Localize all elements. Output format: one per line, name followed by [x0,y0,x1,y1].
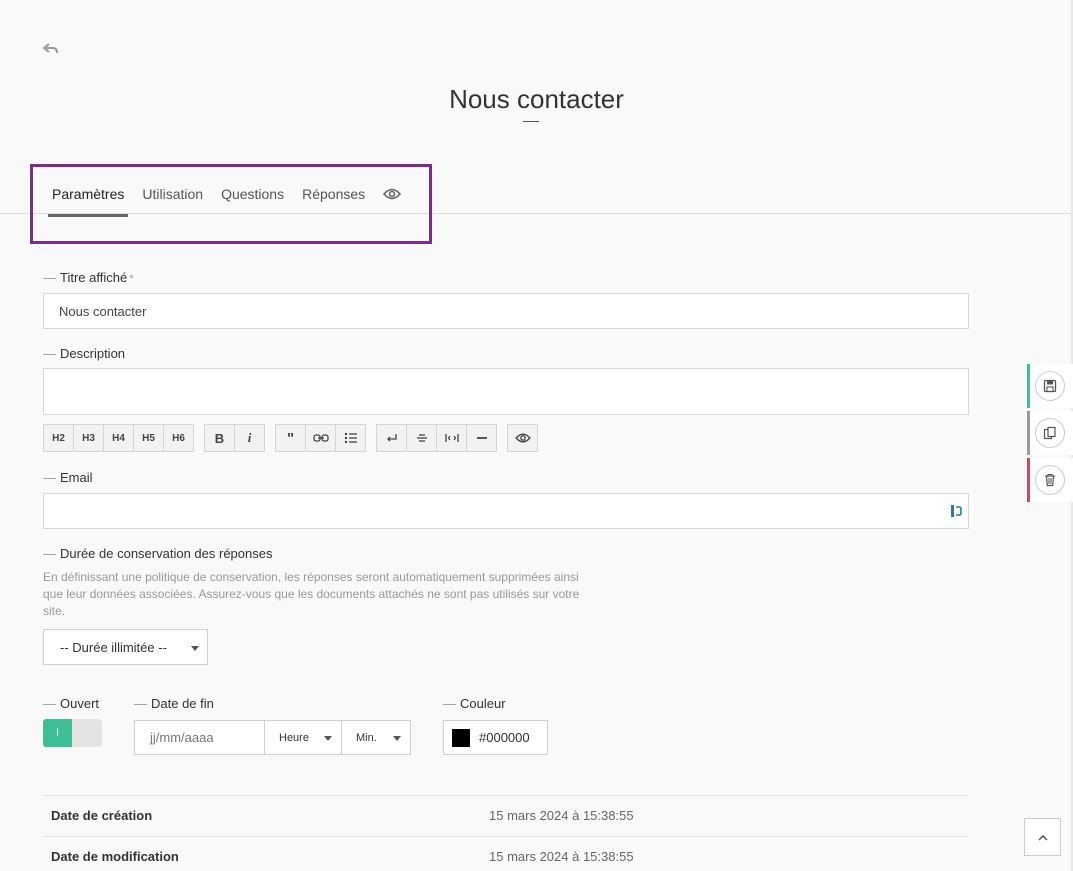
chevron-down-icon [393,736,401,741]
title-field-label: — Titre affiché * [43,270,134,285]
date-input[interactable]: jj/mm/aaaa [134,720,265,755]
created-label: Date de création [51,808,153,823]
copy-icon [1035,418,1065,448]
hour-select[interactable]: Heure [264,720,342,755]
duplicate-button[interactable] [1027,411,1073,455]
title-divider [523,121,539,122]
description-label: — Description [43,346,126,361]
italic-icon[interactable]: i [235,425,264,451]
delete-button[interactable] [1027,458,1073,502]
open-label: — Ouvert [43,696,100,711]
delete-accent [1027,458,1030,502]
retention-select-value: -- Durée illimitée -- [60,639,167,655]
created-value: 15 mars 2024 à 15:38:55 [489,808,634,823]
email-input[interactable] [43,493,969,529]
modified-value: 15 mars 2024 à 15:38:55 [489,849,634,864]
end-date-label: — Date de fin [134,696,214,711]
tabs-highlight-frame [30,164,432,244]
spacing-icon[interactable] [437,425,467,451]
minute-select[interactable]: Min. [341,720,411,755]
retention-label: — Durée de conservation des réponses [43,546,273,561]
meta-divider [43,836,968,837]
line-break-icon[interactable] [377,425,407,451]
chevron-down-icon [191,646,199,651]
retention-hint: En définissant une politique de conserva… [43,570,580,618]
color-picker[interactable]: #000000 [443,720,548,755]
quote-icon[interactable]: " [276,425,306,451]
bold-icon[interactable]: B [205,425,235,451]
editor-toolbar: H2 H3 H4 H5 H6 B i " [43,424,548,452]
back-icon[interactable] [42,40,60,58]
description-textarea[interactable] [43,368,969,415]
heading-h5-button[interactable]: H5 [134,425,164,451]
hour-select-value: Heure [279,731,309,744]
link-icon[interactable] [306,425,336,451]
heading-h3-button[interactable]: H3 [74,425,104,451]
save-button[interactable] [1027,364,1073,408]
chevron-down-icon [324,736,332,741]
color-label: — Couleur [443,696,506,711]
meta-divider [43,795,968,796]
scroll-to-top-button[interactable] [1024,818,1061,856]
toggle-on-indicator: I [43,719,72,747]
save-icon [1035,371,1065,401]
toggle-off-part [72,719,102,747]
open-toggle[interactable]: I [43,719,102,747]
align-center-icon[interactable] [407,425,437,451]
duplicate-accent [1027,411,1030,455]
retention-select[interactable]: -- Durée illimitée -- [43,629,208,665]
save-accent [1027,364,1030,408]
title-input[interactable]: Nous contacter [43,293,969,329]
trash-icon [1035,465,1065,495]
heading-h2-button[interactable]: H2 [44,425,74,451]
horizontal-rule-icon[interactable] [467,425,496,451]
email-label: — Email [43,470,93,485]
color-swatch [452,728,470,747]
editor-preview-eye-icon[interactable] [508,425,537,451]
heading-h6-button[interactable]: H6 [164,425,193,451]
modified-label: Date de modification [51,849,179,864]
list-icon[interactable] [336,425,365,451]
minute-select-value: Min. [356,731,377,744]
color-value: #000000 [479,730,530,745]
chevron-up-icon [1037,828,1048,846]
heading-h4-button[interactable]: H4 [104,425,134,451]
autofill-icon[interactable] [950,504,962,521]
page-title: Nous contacter [449,84,624,114]
